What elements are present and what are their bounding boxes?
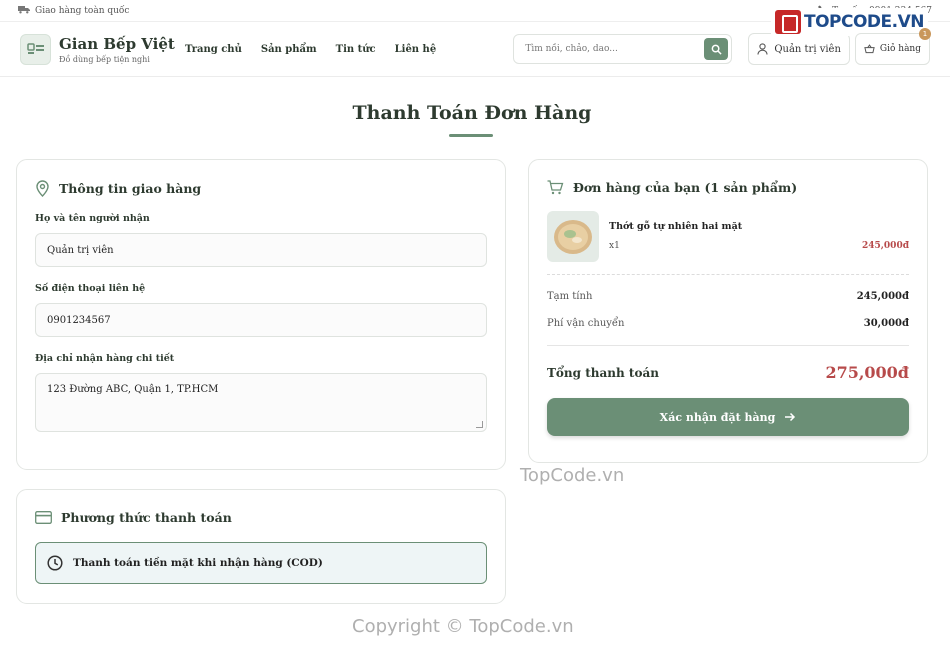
subtotal-value: 245,000đ: [856, 291, 909, 302]
payment-method-card: Phương thức thanh toán Thanh toán tiền m…: [16, 489, 506, 604]
kitchen-logo-icon: [20, 33, 51, 65]
total-label: Tổng thanh toán: [547, 365, 659, 380]
brand-tagline: Đồ dùng bếp tiện nghi: [59, 54, 150, 64]
brand[interactable]: Gian Bếp Việt Đồ dùng bếp tiện nghi: [20, 33, 185, 65]
shipping-info-card: Thông tin giao hàng Họ và tên người nhận…: [16, 159, 506, 470]
cod-option-label: Thanh toán tiền mặt khi nhận hàng (COD): [73, 557, 323, 569]
recipient-name-field[interactable]: Quản trị viên: [35, 233, 487, 267]
arrow-right-icon: [785, 412, 796, 422]
order-card-title: Đơn hàng của bạn (1 sản phẩm): [573, 180, 798, 195]
nav-news[interactable]: Tin tức: [336, 44, 376, 55]
cart-count-badge: 1: [919, 28, 931, 40]
product-name: Thớt gỗ tự nhiên hai mặt: [609, 221, 743, 232]
account-button[interactable]: Quản trị viên: [748, 33, 850, 65]
shipping-card-title: Thông tin giao hàng: [59, 181, 202, 196]
shipping-fee-value: 30,000đ: [863, 318, 909, 329]
topcode-logo: TOPCODE.VN: [770, 8, 928, 36]
search-input[interactable]: Tìm nồi, chảo, dao...: [525, 44, 704, 54]
account-label: Quản trị viên: [774, 43, 841, 55]
cart-button[interactable]: Giỏ hàng 1: [854, 28, 931, 65]
topcode-logo-text: TOPCODE.VN: [803, 12, 925, 32]
payment-card-title: Phương thức thanh toán: [61, 510, 232, 525]
subtotal-row: Tạm tính 245,000đ: [547, 291, 909, 302]
search-icon: [711, 44, 722, 55]
cod-option[interactable]: Thanh toán tiền mặt khi nhận hàng (COD): [35, 542, 487, 584]
order-summary-card: Đơn hàng của bạn (1 sản phẩm) Thớt gỗ tự…: [528, 159, 928, 463]
cart-icon: [547, 180, 564, 195]
phone-field[interactable]: 0901234567: [35, 303, 487, 337]
topcode-logo-icon: [774, 10, 801, 34]
address-field[interactable]: 123 Đường ABC, Quận 1, TP.HCM: [35, 373, 487, 432]
shipping-fee-label: Phí vận chuyển: [547, 318, 625, 329]
phone-label: Số điện thoại liên hệ: [35, 283, 146, 294]
subtotal-label: Tạm tính: [547, 291, 593, 302]
address-label: Địa chỉ nhận hàng chi tiết: [35, 353, 175, 364]
product-price: 245,000đ: [862, 241, 909, 251]
total-row: Tổng thanh toán 275,000đ: [547, 363, 909, 382]
page-title: Thanh Toán Đơn Hàng: [352, 102, 592, 124]
cart-label: Giỏ hàng: [879, 44, 921, 54]
product-quantity: x1: [609, 241, 620, 251]
title-underline: [449, 134, 493, 137]
recipient-name-label: Họ và tên người nhận: [35, 213, 150, 224]
watermark-center: TopCode.vn: [520, 465, 625, 486]
brand-name: Gian Bếp Việt: [59, 34, 175, 53]
nav-contact[interactable]: Liên hệ: [395, 44, 437, 55]
watermark-footer: Copyright © TopCode.vn: [352, 616, 574, 637]
credit-card-icon: [35, 511, 52, 524]
shipping-fee-row: Phí vận chuyển 30,000đ: [547, 318, 909, 329]
summary-divider: [547, 345, 909, 346]
product-thumbnail[interactable]: [547, 211, 599, 262]
shipping-note: Giao hàng toàn quốc: [35, 5, 130, 16]
confirm-order-button[interactable]: Xác nhận đặt hàng: [547, 398, 909, 436]
main-nav: Trang chủ Sản phẩm Tin tức Liên hệ: [185, 44, 436, 55]
nav-home[interactable]: Trang chủ: [185, 44, 242, 55]
search-box[interactable]: Tìm nồi, chảo, dao...: [513, 34, 733, 64]
clock-icon: [47, 555, 63, 571]
nav-products[interactable]: Sản phẩm: [261, 44, 317, 55]
user-icon: [757, 43, 768, 55]
order-item: Thớt gỗ tự nhiên hai mặt x1 245,000đ: [547, 211, 909, 275]
truck-icon: [18, 5, 30, 17]
location-pin-icon: [36, 180, 49, 197]
total-value: 275,000đ: [825, 363, 909, 382]
basket-icon: [864, 44, 875, 54]
confirm-order-label: Xác nhận đặt hàng: [659, 410, 776, 424]
search-button[interactable]: [704, 38, 729, 60]
